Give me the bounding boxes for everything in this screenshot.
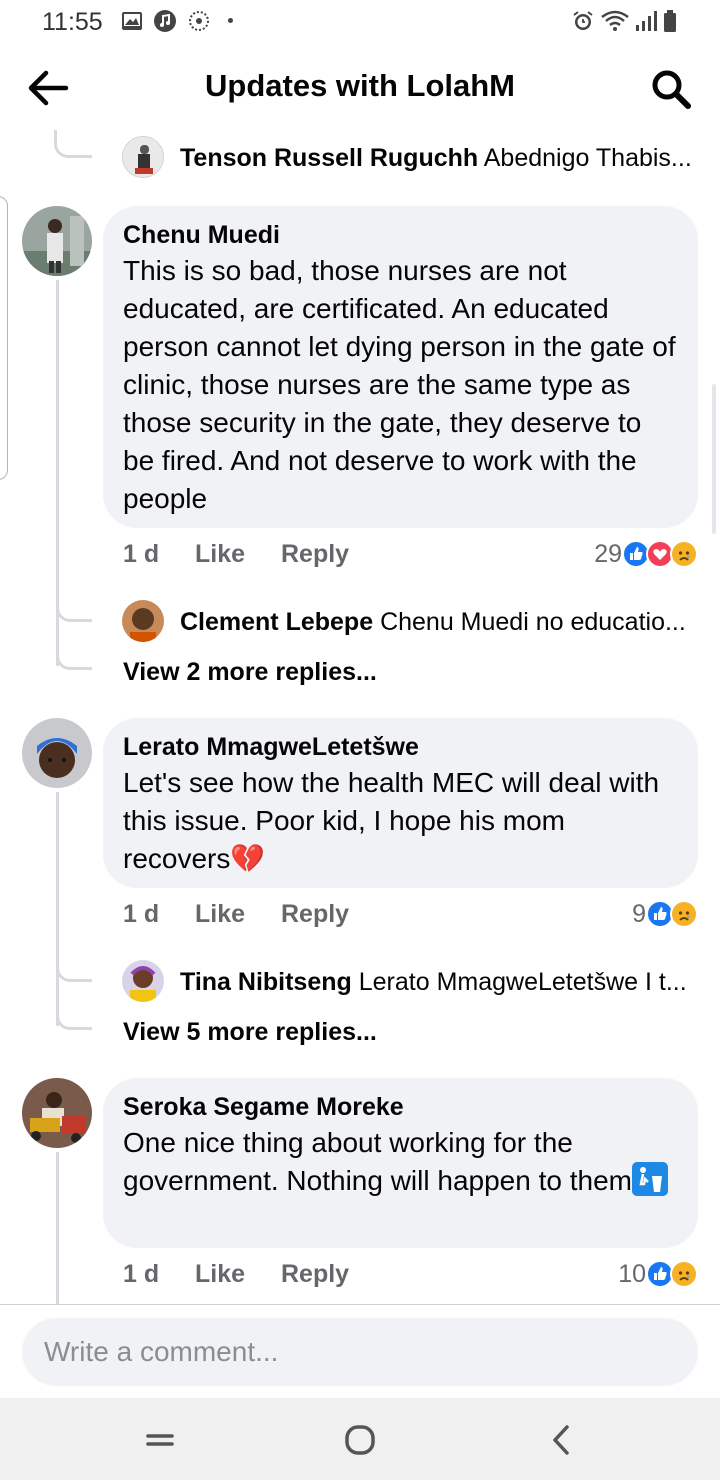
thread-connector: [56, 590, 92, 622]
page-title: Updates with LolahM: [205, 68, 515, 103]
reply-author[interactable]: Tina Nibitseng: [180, 968, 352, 996]
comment-actions: 1 d Like Reply: [123, 1260, 698, 1292]
avatar[interactable]: [22, 1078, 92, 1148]
reaction-count: 29: [594, 539, 622, 568]
thread-connector: [54, 130, 92, 158]
comment-author[interactable]: Lerato MmagweLetetšwe: [123, 732, 678, 762]
reply-preview-text: Chenu Muedi no educatio...: [380, 608, 686, 636]
reply-author[interactable]: Tenson Russell Ruguchh: [180, 144, 478, 172]
broken-heart-emoji-icon: 💔: [230, 842, 266, 875]
recents-icon[interactable]: [140, 1420, 180, 1460]
like-button[interactable]: Like: [195, 900, 245, 929]
thread-connector: [56, 980, 92, 1030]
flower-icon: [189, 11, 209, 31]
status-time: 11:55: [42, 8, 103, 36]
sad-reaction-icon: [670, 900, 698, 928]
back-icon[interactable]: [542, 1420, 582, 1460]
reply-preview-row[interactable]: Clement Lebepe Chenu Muedi no educatio..…: [122, 600, 697, 644]
litter-bin-emoji-icon: [631, 1162, 668, 1196]
view-more-replies[interactable]: View 2 more replies...: [123, 658, 377, 687]
left-scroll-edge: [0, 196, 8, 480]
top-app-bar: Updates with LolahM: [0, 48, 720, 130]
view-more-replies[interactable]: View 5 more replies...: [123, 1018, 377, 1047]
comment-composer: [0, 1304, 720, 1398]
like-button[interactable]: Like: [195, 540, 245, 569]
comment-time: 1 d: [123, 1260, 160, 1288]
reply-preview-text: Lerato MmagweLetetšwe I t...: [358, 968, 687, 996]
comment-input[interactable]: [44, 1318, 664, 1386]
avatar[interactable]: [122, 960, 164, 1002]
comment-author[interactable]: Chenu Muedi: [123, 220, 678, 250]
thread-connector: [56, 950, 92, 982]
thread-line: [56, 1152, 59, 1304]
music-icon: [154, 10, 176, 32]
avatar[interactable]: [122, 136, 164, 178]
thread-connector: [56, 620, 92, 670]
avatar[interactable]: [122, 600, 164, 642]
comment-time: 1 d: [123, 540, 160, 568]
system-nav-bar: [0, 1398, 720, 1480]
alarm-icon: [573, 11, 593, 30]
comment-text: Let's see how the health MEC will deal w…: [123, 767, 660, 874]
scrollbar[interactable]: [712, 384, 716, 534]
reaction-count: 10: [618, 1259, 646, 1288]
comment-bubble[interactable]: Chenu Muedi This is so bad, those nurses…: [103, 206, 698, 528]
status-bar: 11:55: [0, 0, 720, 48]
comment-time: 1 d: [123, 900, 160, 928]
reply-button[interactable]: Reply: [281, 1260, 349, 1289]
comment-actions: 1 d Like Reply: [123, 900, 698, 932]
image-icon: [122, 12, 142, 30]
avatar[interactable]: [22, 718, 92, 788]
dot-icon: [228, 18, 233, 23]
reaction-summary[interactable]: 29: [594, 538, 698, 570]
battery-icon: [664, 10, 676, 32]
sad-reaction-icon: [670, 540, 698, 568]
home-icon[interactable]: [340, 1420, 380, 1460]
reply-button[interactable]: Reply: [281, 540, 349, 569]
wifi-icon: [601, 10, 629, 31]
comment-author[interactable]: Seroka Segame Moreke: [123, 1092, 678, 1122]
comment-text: One nice thing about working for the gov…: [123, 1127, 632, 1196]
signal-icon: [636, 11, 657, 31]
search-icon[interactable]: [650, 68, 692, 110]
comment-input-container[interactable]: [22, 1318, 698, 1386]
reaction-count: 9: [632, 899, 646, 928]
reaction-summary[interactable]: 9: [632, 898, 698, 930]
comment-text: This is so bad, those nurses are not edu…: [123, 255, 676, 514]
reply-preview-text: Abednigo Thabis...: [483, 144, 692, 172]
reply-preview-row[interactable]: Tenson Russell Ruguchh Abednigo Thabis..…: [122, 136, 697, 180]
reply-preview-row[interactable]: Tina Nibitseng Lerato MmagweLetetšwe I t…: [122, 960, 697, 1004]
reply-author[interactable]: Clement Lebepe: [180, 608, 373, 636]
like-button[interactable]: Like: [195, 1260, 245, 1289]
reaction-summary[interactable]: 10: [618, 1258, 698, 1290]
reply-button[interactable]: Reply: [281, 900, 349, 929]
sad-reaction-icon: [670, 1260, 698, 1288]
comment-bubble[interactable]: Seroka Segame Moreke One nice thing abou…: [103, 1078, 698, 1248]
avatar[interactable]: [22, 206, 92, 276]
comment-bubble[interactable]: Lerato MmagweLetetšwe Let's see how the …: [103, 718, 698, 888]
